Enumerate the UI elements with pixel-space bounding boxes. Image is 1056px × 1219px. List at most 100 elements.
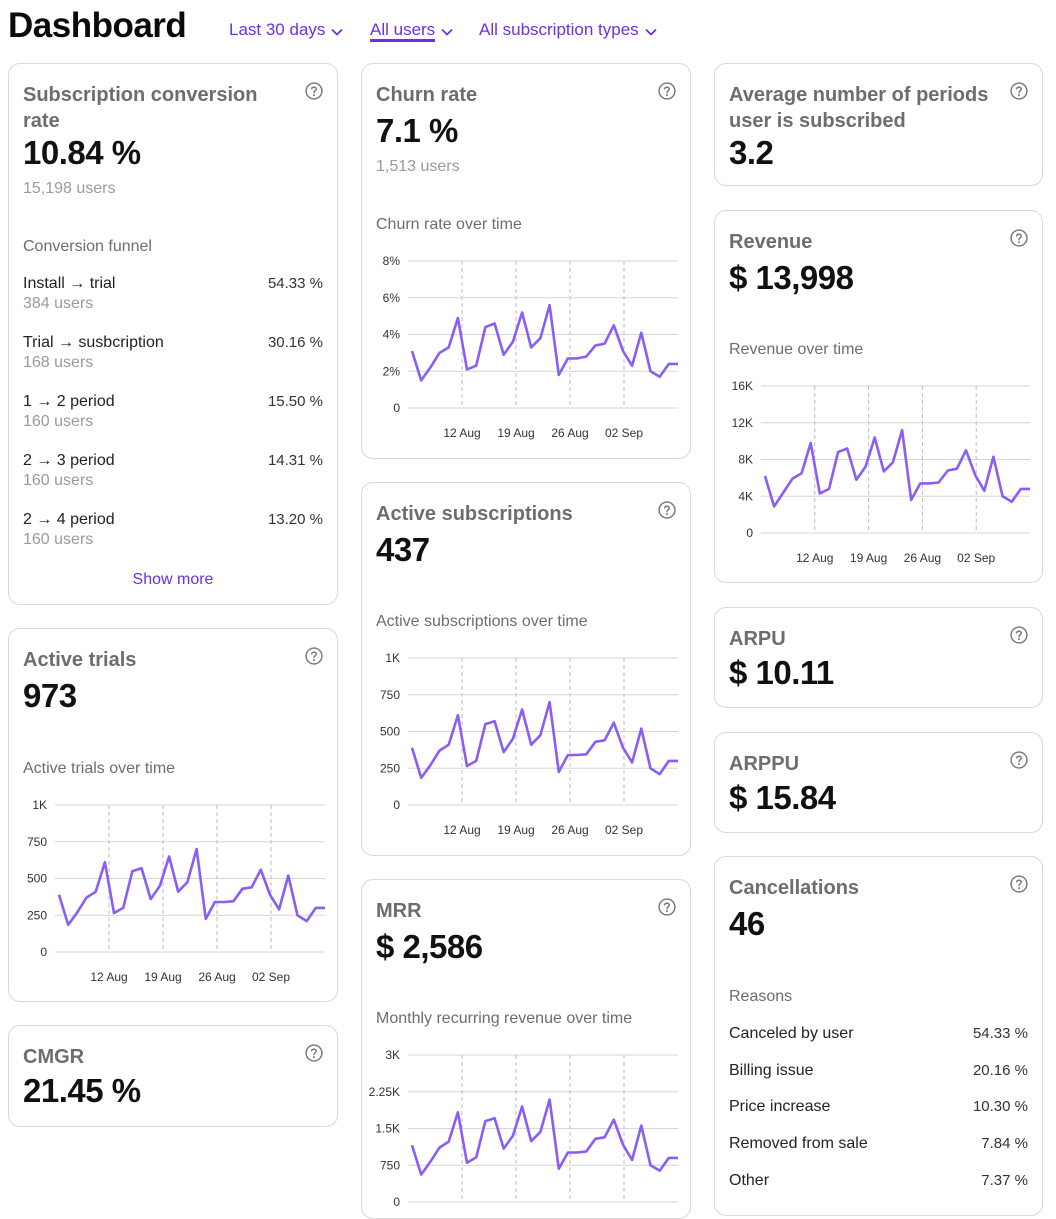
- active-subscriptions-card: Active subscriptions 437 Active subscrip…: [361, 482, 691, 856]
- y-tick-label: 250: [380, 761, 400, 775]
- x-tick-label: 02 Sep: [605, 426, 643, 440]
- y-tick-label: 8%: [383, 254, 401, 268]
- funnel-users: 384 users: [23, 295, 94, 312]
- y-tick-label: 8K: [738, 453, 753, 467]
- funnel-step: Trial → susbcription: [23, 334, 164, 351]
- avg-periods-value: 3.2: [729, 134, 774, 171]
- x-tick-label: 02 Sep: [605, 823, 643, 837]
- help-icon[interactable]: [305, 82, 323, 100]
- funnel-label: Conversion funnel: [23, 238, 152, 255]
- funnel-step: 2 → 3 period: [23, 452, 115, 469]
- reason-row: Canceled by user 54.33 %: [729, 1025, 1028, 1043]
- y-tick-label: 2.25K: [369, 1085, 400, 1099]
- users-filter[interactable]: All users: [370, 20, 453, 42]
- active-subscriptions-chart: 0 250 500 750 1K 12 Aug 19 Aug 26 Aug 02 Sep: [380, 651, 678, 837]
- funnel-value: 54.33 %: [267, 275, 323, 292]
- funnel-row: Trial → susbcription 30.16 % 168 users: [23, 334, 323, 372]
- x-tick-label: 12 Aug: [443, 426, 480, 440]
- active-subscriptions-value: 437: [376, 531, 430, 568]
- series-line: [763, 428, 1030, 508]
- help-icon[interactable]: [658, 501, 676, 519]
- y-tick-label: 500: [27, 872, 47, 886]
- series-line: [410, 303, 678, 382]
- help-icon[interactable]: [305, 647, 323, 665]
- chart-label: Monthly recurring revenue over time: [376, 1010, 633, 1027]
- funnel-users: 168 users: [23, 354, 94, 371]
- x-tick-label: 19 Aug: [497, 426, 534, 440]
- card-title: Churn rate: [376, 84, 478, 106]
- card-title: ARPPU: [729, 753, 800, 775]
- help-icon[interactable]: [1010, 82, 1028, 100]
- subscription-type-filter[interactable]: All subscription types: [479, 20, 657, 41]
- y-tick-label: 0: [40, 945, 47, 959]
- x-tick-label: 26 Aug: [551, 426, 588, 440]
- x-tick-label: 12 Aug: [796, 551, 833, 565]
- chart-label: Revenue over time: [729, 341, 864, 358]
- x-tick-label: 19 Aug: [497, 823, 534, 837]
- period-filter[interactable]: Last 30 days: [229, 20, 344, 41]
- card-title: Active trials: [23, 649, 137, 671]
- reason-value: 54.33 %: [972, 1025, 1028, 1042]
- reason-label: Other: [729, 1172, 770, 1189]
- card-title: MRR: [376, 900, 422, 922]
- chevron-down-icon: [441, 21, 453, 41]
- funnel-step: 2 → 4 period: [23, 511, 115, 528]
- card-title: Active subscriptions: [376, 503, 573, 525]
- reason-row: Billing issue 20.16 %: [729, 1062, 1028, 1080]
- users-filter-label: All users: [370, 20, 436, 42]
- y-tick-label: 1K: [32, 798, 47, 812]
- card-title: Subscription conversion rate: [23, 84, 258, 132]
- help-icon[interactable]: [1010, 229, 1028, 247]
- card-title: ARPU: [729, 628, 786, 650]
- y-tick-label: 500: [380, 725, 400, 739]
- chart-label: Active trials over time: [23, 760, 176, 777]
- x-tick-label: 12 Aug: [443, 823, 480, 837]
- help-icon[interactable]: [1010, 626, 1028, 644]
- help-icon[interactable]: [1010, 751, 1028, 769]
- revenue-value: $ 13,998: [729, 259, 854, 296]
- card-title: CMGR: [23, 1046, 85, 1068]
- help-icon[interactable]: [305, 1044, 323, 1062]
- reason-label: Price increase: [729, 1098, 831, 1115]
- y-tick-label: 250: [27, 908, 47, 922]
- y-tick-label: 0: [393, 1195, 400, 1209]
- x-tick-label: 02 Sep: [957, 551, 995, 565]
- arpu-card: ARPU $ 10.11: [714, 607, 1043, 708]
- conversion-card: Subscription conversion rate 10.84 % 15,…: [8, 63, 338, 605]
- reason-row: Removed from sale 7.84 %: [729, 1135, 1028, 1153]
- y-tick-label: 16K: [732, 379, 753, 393]
- help-icon[interactable]: [658, 898, 676, 916]
- y-tick-label: 4%: [383, 328, 401, 342]
- y-tick-label: 1K: [385, 651, 400, 665]
- reason-value: 7.84 %: [981, 1135, 1028, 1152]
- series-line: [410, 700, 678, 780]
- y-tick-label: 750: [380, 688, 400, 702]
- mrr-value: $ 2,586: [376, 928, 483, 965]
- reason-row: Other 7.37 %: [729, 1172, 1028, 1190]
- help-icon[interactable]: [658, 82, 676, 100]
- active-trials-value: 973: [23, 677, 77, 714]
- reason-row: Price increase 10.30 %: [729, 1098, 1028, 1116]
- y-tick-label: 1.5K: [375, 1122, 400, 1136]
- chevron-down-icon: [645, 21, 657, 41]
- show-more-button[interactable]: Show more: [9, 571, 337, 589]
- churn-chart: 0 2% 4% 6% 8% 12 Aug 19 Aug 26 Aug 02 Sep: [383, 254, 678, 440]
- reason-label: Billing issue: [729, 1062, 814, 1079]
- y-tick-label: 6%: [383, 291, 401, 305]
- active-trials-card: Active trials 973 Active trials over tim…: [8, 628, 338, 1002]
- x-tick-label: 26 Aug: [551, 823, 588, 837]
- x-tick-label: 12 Aug: [90, 970, 127, 984]
- subscription-type-filter-label: All subscription types: [479, 20, 639, 39]
- funnel-row: 1 → 2 period 15.50 % 160 users: [23, 393, 323, 431]
- revenue-chart: 0 4K 8K 12K 16K 12 Aug 19 Aug 26 Aug 02 Sep: [732, 379, 1030, 565]
- reason-label: Canceled by user: [729, 1025, 854, 1042]
- help-icon[interactable]: [1010, 875, 1028, 893]
- churn-users: 1,513 users: [376, 158, 460, 175]
- y-tick-label: 750: [27, 835, 47, 849]
- funnel-value: 30.16 %: [267, 334, 323, 351]
- chart-label: Active subscriptions over time: [376, 613, 588, 630]
- x-tick-label: 02 Sep: [252, 970, 290, 984]
- funnel-value: 14.31 %: [267, 452, 323, 469]
- funnel-row: 2 → 3 period 14.31 % 160 users: [23, 452, 323, 490]
- x-tick-label: 19 Aug: [850, 551, 887, 565]
